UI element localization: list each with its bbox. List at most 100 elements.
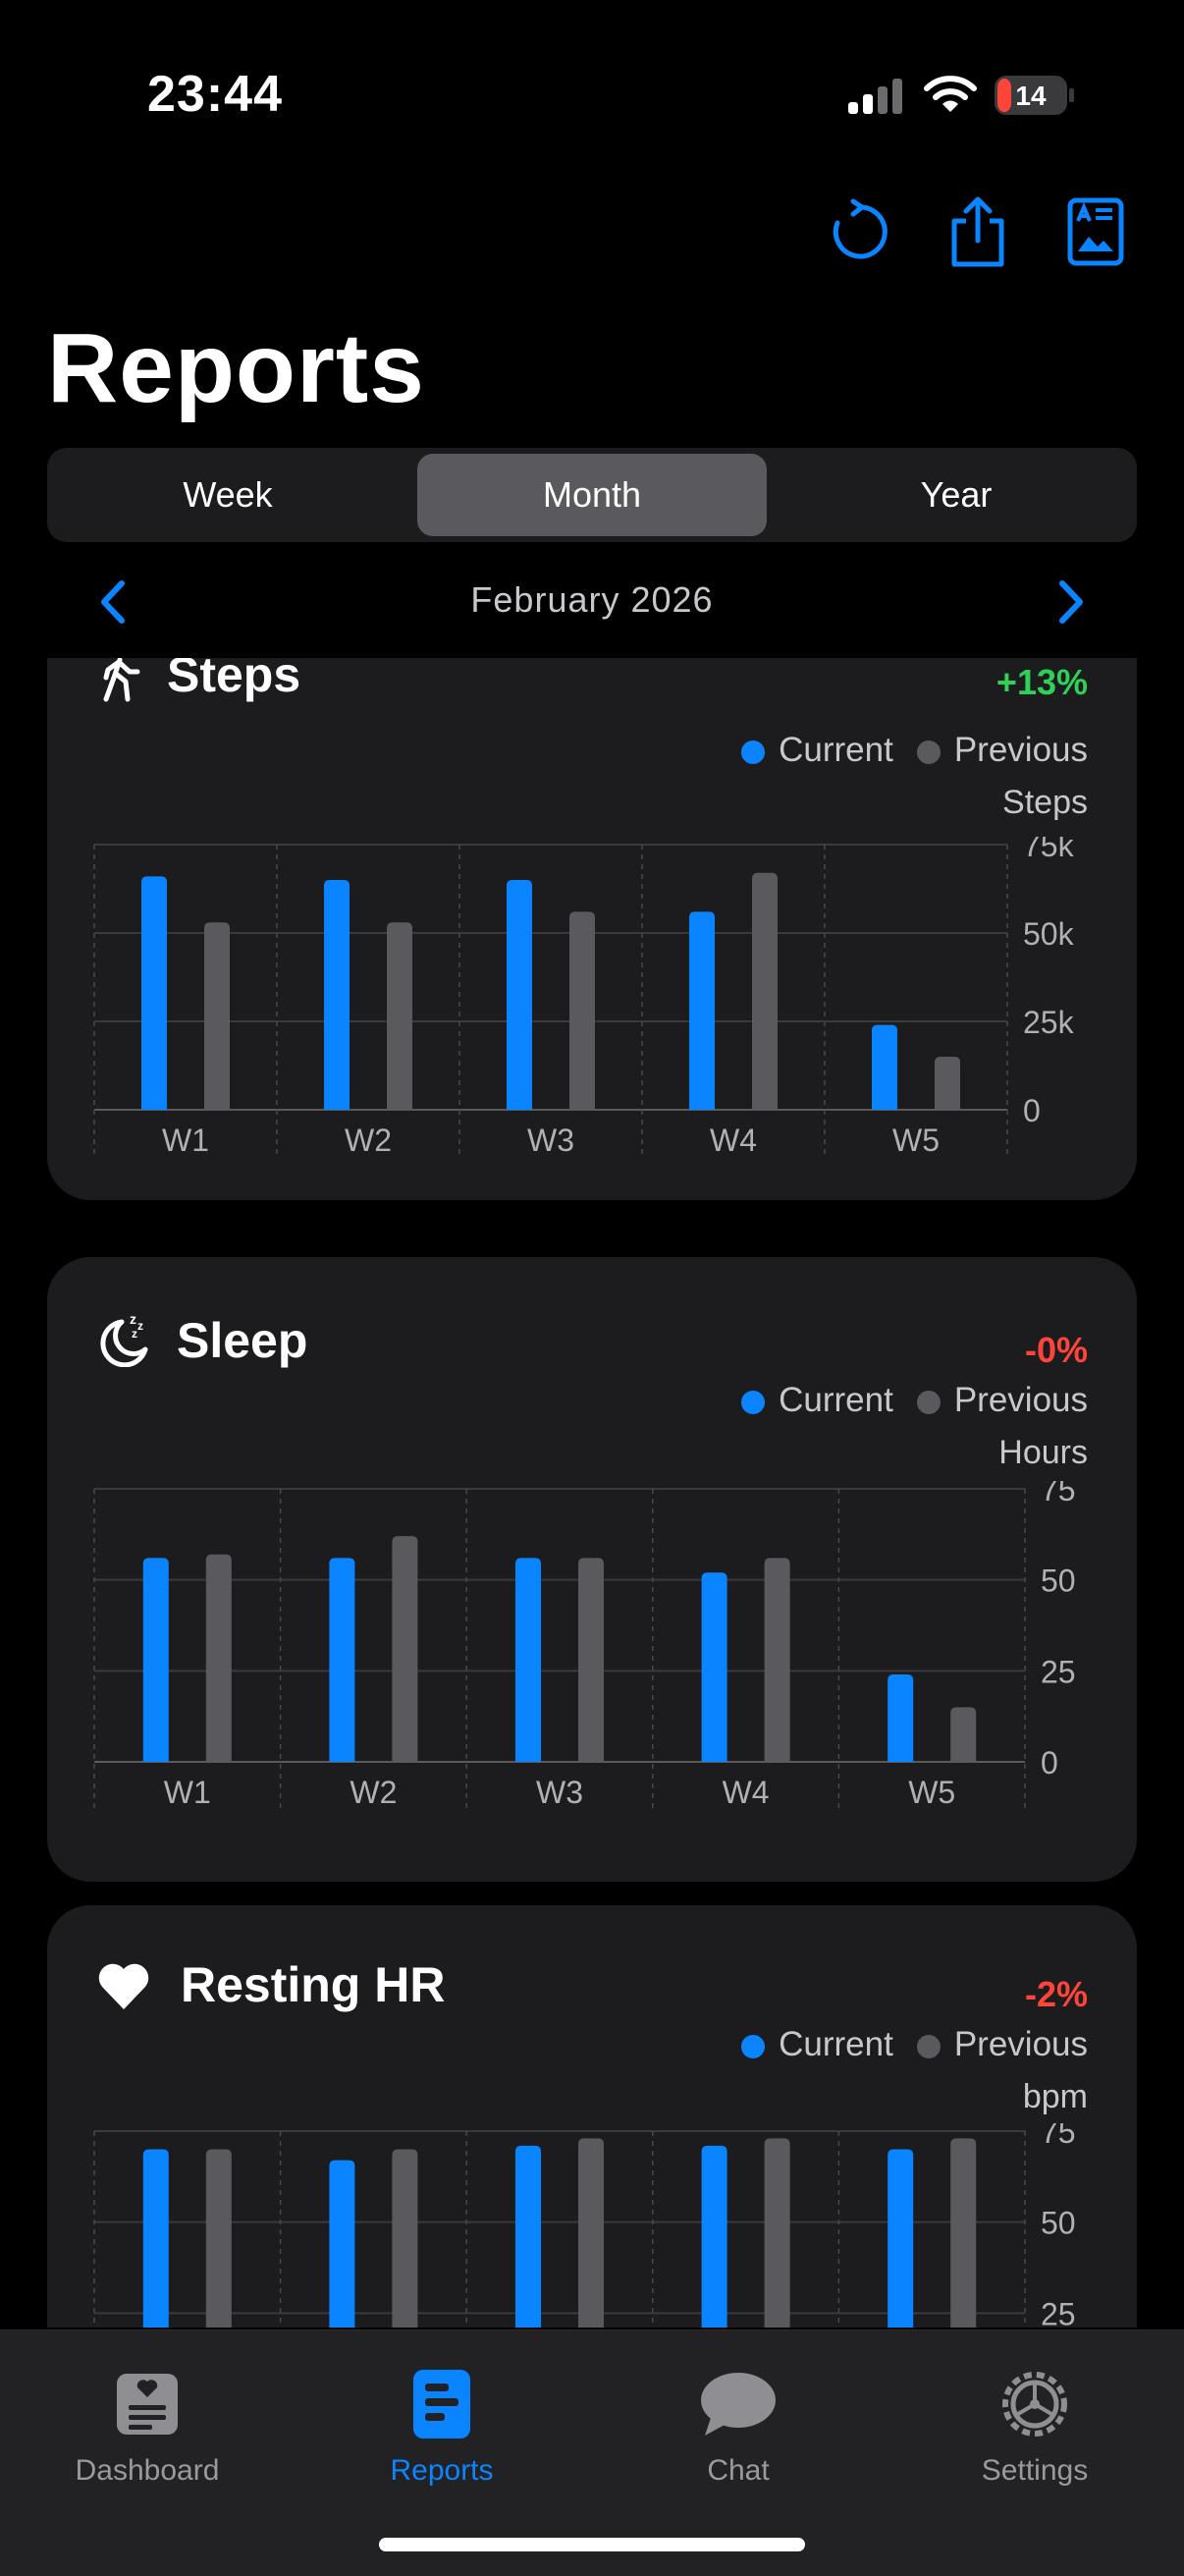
- current-bar: [888, 1674, 914, 1762]
- x-tick-label: W4: [723, 1775, 770, 1810]
- status-bar: 23:44 14: [0, 0, 1184, 187]
- legend-current: Current: [741, 2025, 893, 2064]
- legend-previous: Previous: [916, 731, 1088, 770]
- chart-unit: Hours: [998, 1434, 1088, 1471]
- x-tick-label: W5: [892, 1123, 940, 1158]
- previous-bar: [205, 2149, 232, 2328]
- report-icon: [1067, 197, 1124, 266]
- legend-label: Previous: [953, 731, 1088, 769]
- legend-previous: Previous: [916, 1381, 1088, 1420]
- sleep-chart: 0 25 50 75 W1 W2 W3 W4 W5: [93, 1481, 1076, 1811]
- chart-legend: Current Previous: [741, 2025, 1088, 2064]
- tab-reports[interactable]: Reports: [324, 2360, 560, 2488]
- svg-text:z: z: [130, 1311, 136, 1327]
- report-button[interactable]: [1056, 192, 1135, 271]
- chart-legend: Current Previous: [741, 731, 1088, 770]
- y-tick-label: 50: [1041, 1563, 1076, 1599]
- resting-hr-card: Resting HR -2% Current Previous bpm 0255…: [47, 1905, 1137, 2328]
- y-tick-label: 0: [1023, 1093, 1041, 1128]
- steps-chart: 0 25k 50k 75k W1 W2 W3 W4 W5: [93, 837, 1075, 1159]
- current-bar: [515, 1558, 541, 1762]
- change-badge: -2%: [1024, 1974, 1088, 2014]
- share-icon: [951, 196, 1004, 267]
- legend-dot: [916, 1390, 941, 1414]
- y-tick-label: 25k: [1023, 1005, 1075, 1040]
- tab-settings[interactable]: Settings: [917, 2360, 1153, 2488]
- legend-label: Current: [779, 731, 893, 769]
- legend-label: Current: [779, 1381, 893, 1419]
- previous-bar: [569, 911, 595, 1110]
- previous-bar: [950, 1707, 977, 1762]
- walking-icon: [103, 658, 140, 702]
- current-bar: [142, 1558, 169, 1762]
- legend-dot: [916, 2034, 941, 2058]
- legend-label: Previous: [953, 2025, 1088, 2063]
- refresh-icon: [833, 198, 888, 259]
- tab-label: Chat: [707, 2454, 770, 2487]
- legend-dot: [741, 740, 766, 764]
- x-tick-label: W1: [164, 1775, 211, 1810]
- x-tick-label: W1: [162, 1123, 209, 1158]
- change-badge: +13%: [996, 662, 1088, 702]
- current-bar: [324, 880, 350, 1110]
- tab-dashboard[interactable]: Dashboard: [29, 2360, 265, 2488]
- legend-previous: Previous: [916, 2025, 1088, 2064]
- wifi-icon: [924, 76, 977, 112]
- tab-chat[interactable]: Chat: [620, 2360, 856, 2488]
- dashboard-icon: [117, 2374, 178, 2435]
- legend-dot: [741, 1390, 766, 1414]
- y-tick-label: 75k: [1023, 837, 1075, 863]
- y-tick-label: 25: [1041, 2296, 1076, 2328]
- y-tick-label: 75: [1041, 2123, 1076, 2150]
- y-tick-label: 0: [1041, 1745, 1058, 1781]
- tab-label: Reports: [390, 2454, 494, 2487]
- legend-current: Current: [741, 731, 893, 770]
- gear-icon: [1002, 2372, 1067, 2437]
- current-bar: [701, 2145, 727, 2328]
- previous-bar: [392, 2149, 418, 2328]
- x-tick-label: W3: [536, 1775, 583, 1810]
- card-title: Steps: [167, 658, 301, 702]
- legend-dot: [741, 2034, 766, 2058]
- cellular-signal-icon: [848, 79, 902, 114]
- y-tick-label: 50k: [1023, 916, 1075, 952]
- svg-text:z: z: [137, 1319, 143, 1333]
- previous-bar: [764, 2138, 790, 2328]
- share-button[interactable]: [939, 192, 1017, 271]
- current-bar: [872, 1024, 897, 1110]
- change-badge: -0%: [1024, 1330, 1088, 1370]
- header-actions: [821, 192, 1135, 271]
- segment-year[interactable]: Year: [781, 454, 1131, 536]
- reports-scroll-area[interactable]: Steps +13% Current Previous Steps 0 25k 50…: [47, 658, 1137, 2328]
- heart-icon: [98, 1963, 149, 2009]
- legend-current: Current: [741, 1381, 893, 1420]
- legend-label: Previous: [953, 1381, 1088, 1419]
- current-bar: [507, 880, 532, 1110]
- previous-bar: [578, 1558, 604, 1762]
- previous-bar: [752, 872, 778, 1110]
- status-time: 23:44: [147, 66, 283, 123]
- current-bar: [329, 2160, 355, 2328]
- chart-legend: Current Previous: [741, 1381, 1088, 1420]
- sleep-card: z z z Sleep -0% Current Previous Hours 0…: [47, 1257, 1137, 1882]
- tab-label: Dashboard: [75, 2454, 220, 2487]
- page-title: Reports: [47, 313, 425, 423]
- y-tick-label: 25: [1041, 1654, 1076, 1689]
- period-segmented-control: Week Month Year: [47, 448, 1137, 542]
- previous-bar: [387, 922, 412, 1110]
- segment-week[interactable]: Week: [53, 454, 403, 536]
- previous-bar: [764, 1558, 790, 1762]
- chart-unit: Steps: [1002, 784, 1088, 821]
- x-tick-label: W2: [345, 1123, 392, 1158]
- y-tick-label: 50: [1041, 2206, 1076, 2241]
- x-tick-label: W2: [350, 1775, 397, 1810]
- current-bar: [701, 1572, 727, 1762]
- legend-dot: [916, 740, 941, 764]
- reports-icon: [413, 2370, 470, 2439]
- previous-bar: [935, 1057, 960, 1110]
- chart-unit: bpm: [1022, 2078, 1088, 2115]
- next-period-button[interactable]: [1045, 577, 1094, 627]
- segment-month[interactable]: Month: [417, 454, 767, 536]
- refresh-button[interactable]: [821, 192, 899, 271]
- current-bar: [141, 876, 167, 1110]
